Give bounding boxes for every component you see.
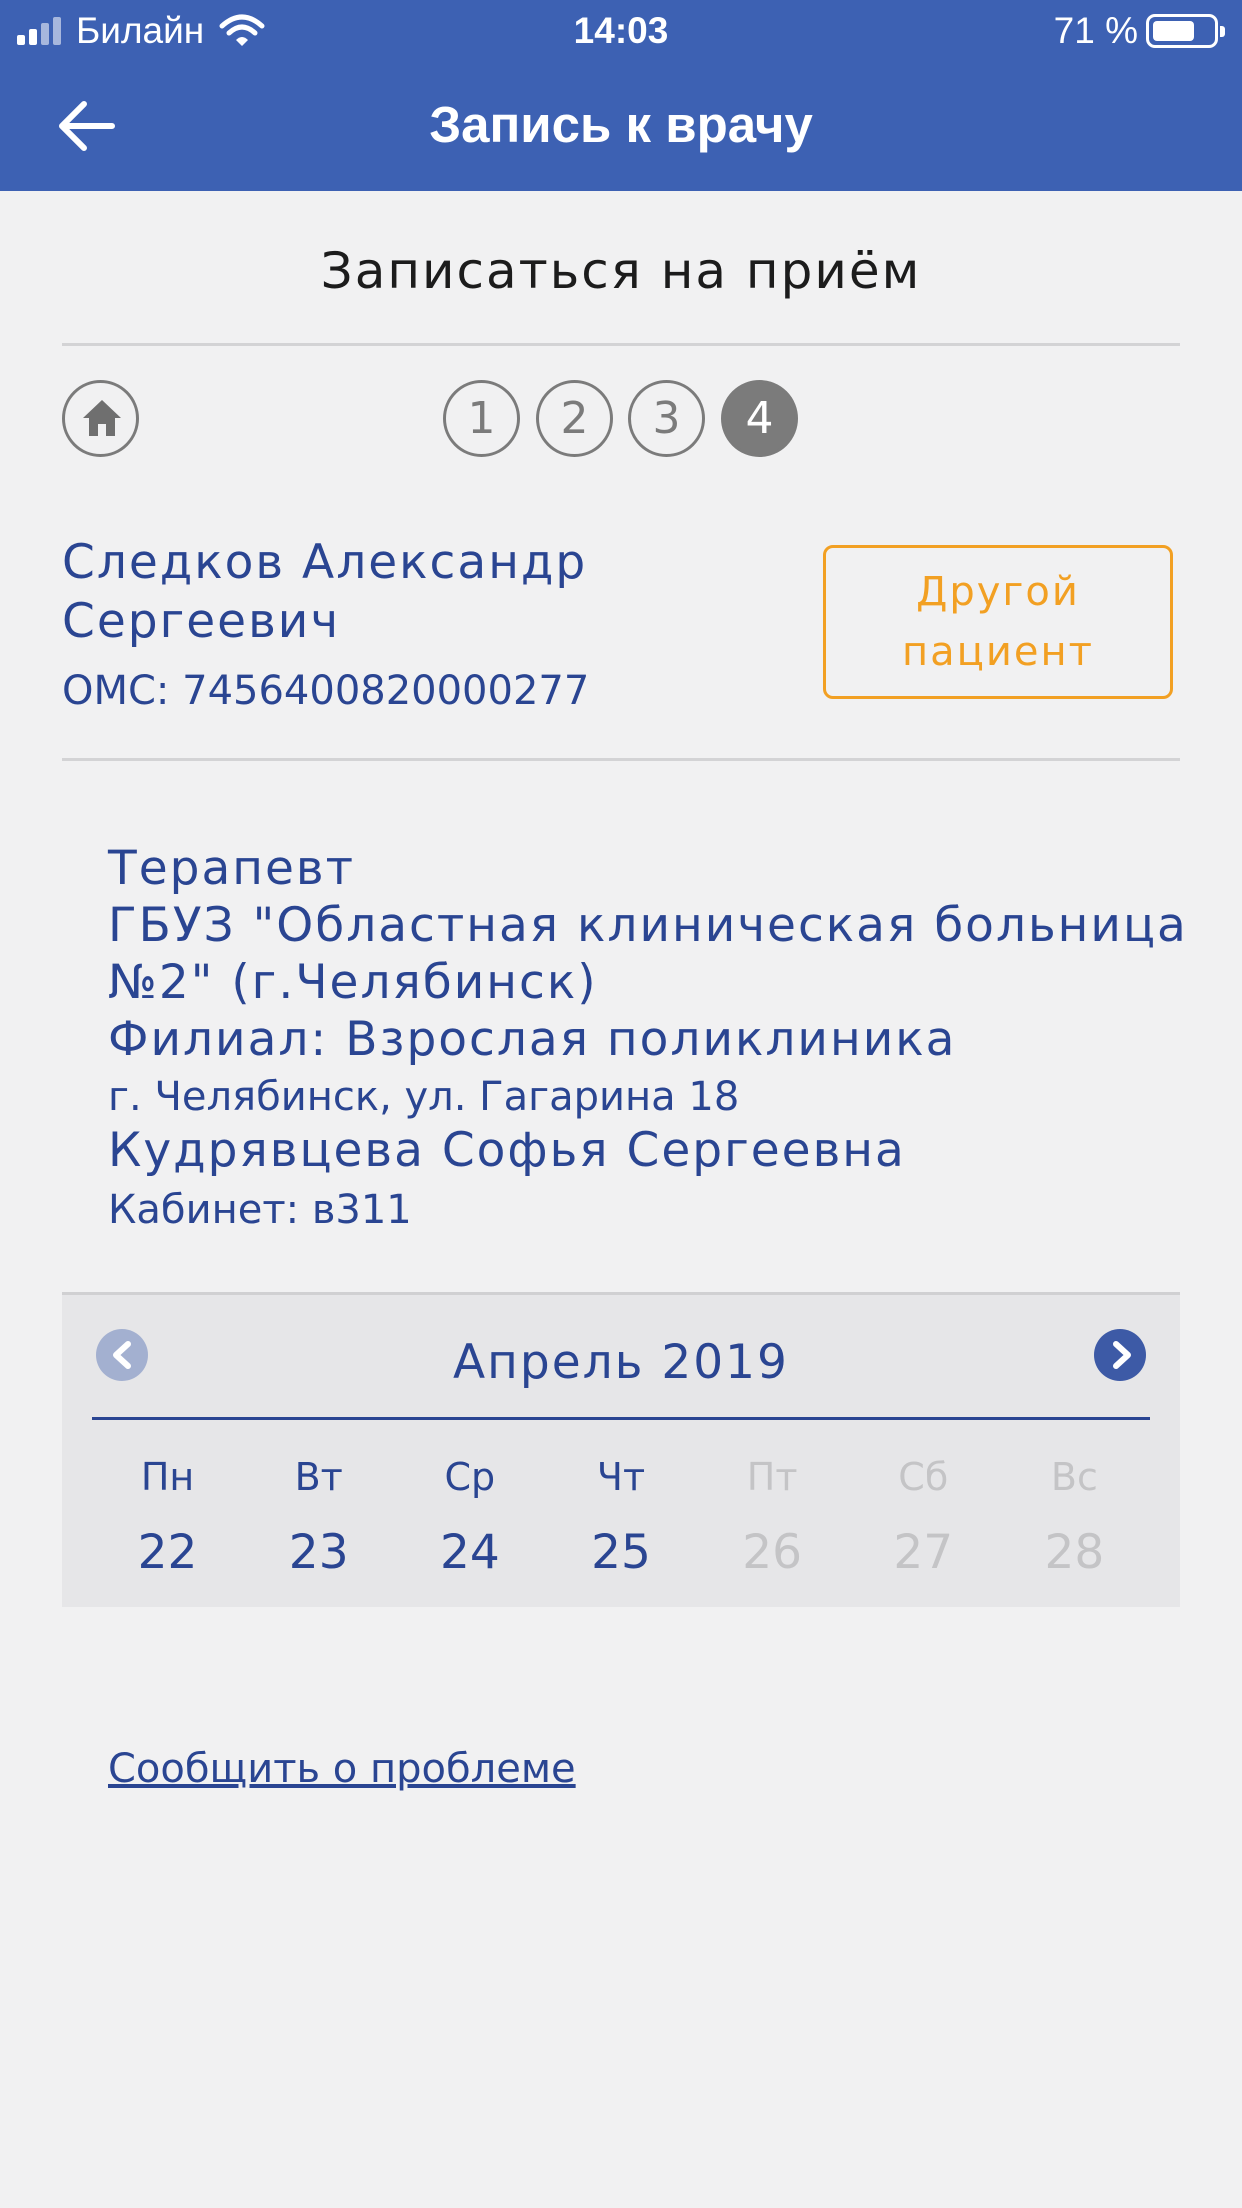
calendar-day-disabled: 27 [893, 1525, 954, 1580]
step-1[interactable]: 1 [443, 380, 520, 457]
status-bar: Билайн 14:03 71 % [0, 0, 1242, 62]
office-number: Кабинет: в311 [108, 1187, 412, 1233]
calendar-day[interactable]: 24 [394, 1525, 545, 1580]
divider [62, 758, 1180, 761]
app-header: Билайн 14:03 71 % Запись к врачу [0, 0, 1242, 191]
specialty: Терапевт [108, 841, 355, 896]
branch-name: Филиал: Взрослая поликлиника [108, 1012, 957, 1067]
page-title: Записаться на приём [320, 242, 922, 300]
battery-percent: 71 % [1053, 10, 1138, 51]
step-4[interactable]: 4 [721, 380, 798, 457]
next-week-button[interactable] [1094, 1329, 1146, 1381]
patient-name: Следков Александр Сергеевич [62, 535, 588, 649]
calendar-month: Апрель 2019 [453, 1335, 789, 1390]
step-2[interactable]: 2 [536, 380, 613, 457]
weekday-label: Пн [140, 1455, 195, 1499]
address: г. Челябинск, ул. Гагарина 18 [108, 1074, 740, 1120]
weekday-label: Сб [898, 1455, 949, 1499]
chevron-right-icon [1113, 1341, 1131, 1369]
weekday-label: Вт [294, 1455, 343, 1499]
doctor-name: Кудрявцева Софья Сергеевна [108, 1123, 906, 1178]
other-patient-button[interactable]: Другой пациент [823, 545, 1173, 699]
oms-number: ОМС: 7456400820000277 [62, 668, 590, 714]
weekday-label: Пт [746, 1455, 798, 1499]
weekday-label: Вс [1050, 1455, 1098, 1499]
calendar-day-disabled: 28 [1044, 1525, 1105, 1580]
hospital-name: ГБУЗ "Областная клиническая больница №2"… [108, 898, 1188, 1010]
divider [62, 343, 1180, 346]
weekday-label: Ср [444, 1455, 496, 1499]
home-icon [83, 400, 121, 436]
header-title: Запись к врачу [429, 96, 813, 153]
week-calendar: Апрель 2019 Пн Вт Ср Чт Пт Сб Вс 22 23 2… [62, 1292, 1180, 1607]
date-row: 22 23 24 25 26 27 28 [92, 1525, 1150, 1580]
appointment-info: Терапевт ГБУЗ "Областная клиническая бол… [108, 840, 1188, 1235]
calendar-day-disabled: 26 [742, 1525, 803, 1580]
weekday-label: Чт [596, 1455, 646, 1499]
home-button[interactable] [62, 380, 139, 457]
step-3[interactable]: 3 [628, 380, 705, 457]
weekday-row: Пн Вт Ср Чт Пт Сб Вс [92, 1455, 1150, 1499]
calendar-day[interactable]: 25 [545, 1525, 696, 1580]
calendar-divider [92, 1417, 1150, 1420]
report-problem-link[interactable]: Сообщить о проблеме [108, 1746, 576, 1792]
calendar-day[interactable]: 22 [92, 1525, 243, 1580]
calendar-day[interactable]: 23 [243, 1525, 394, 1580]
battery-icon [1146, 14, 1225, 48]
